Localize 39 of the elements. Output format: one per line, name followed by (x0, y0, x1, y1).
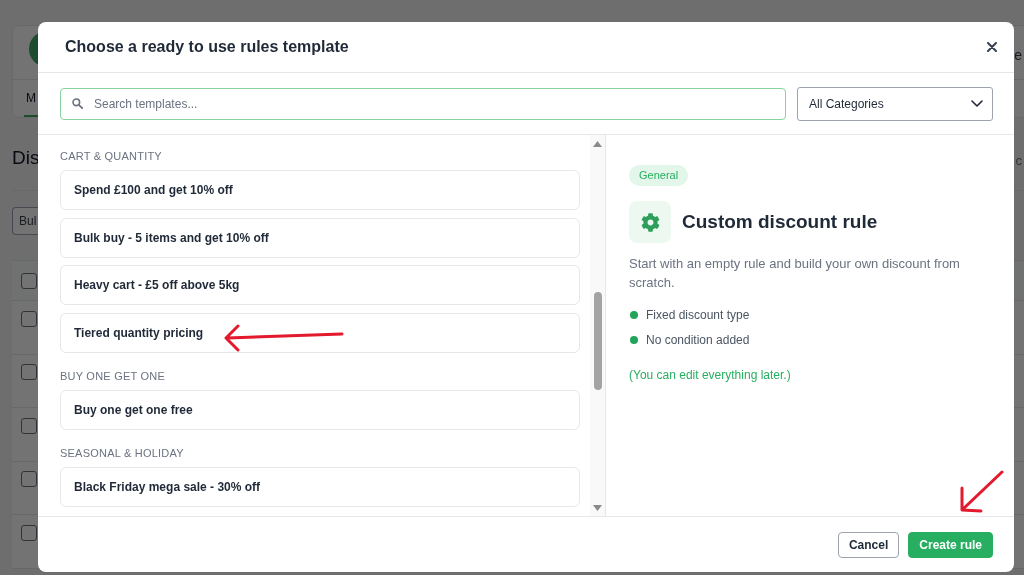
dialog-title: Choose a ready to use rules template (65, 37, 349, 57)
scroll-down-arrow-icon[interactable] (593, 505, 602, 511)
page-heading: Dis (12, 146, 40, 170)
template-option[interactable]: Bulk buy - 5 items and get 10% off (60, 217, 580, 258)
close-icon (987, 42, 997, 52)
template-option[interactable]: Tiered quantity pricing (60, 312, 580, 353)
checkbox[interactable] (21, 272, 37, 289)
feature-text: No condition added (646, 332, 750, 349)
template-option[interactable]: Heavy cart - £5 off above 5kg (60, 265, 580, 305)
close-button[interactable] (985, 40, 999, 54)
checkbox[interactable] (21, 524, 37, 541)
search-field[interactable]: Search templates... (60, 87, 786, 120)
section-heading: CART & QUANTITY (60, 149, 163, 164)
feature-text: Fixed discount type (646, 307, 750, 324)
scrollbar-thumb[interactable] (593, 292, 602, 390)
category-badge: General (629, 165, 689, 186)
section-heading: SEASONAL & HOLIDAY (60, 445, 185, 461)
scrollbar-track[interactable] (590, 135, 605, 516)
checkbox[interactable] (21, 364, 37, 380)
toolbar-button[interactable]: Bul (12, 207, 38, 235)
template-option[interactable]: Spend £100 and get 10% off (60, 170, 580, 210)
template-description: Start with an empty rule and build your own discount from scratch. (629, 255, 961, 292)
template-title: Custom discount rule (682, 209, 878, 234)
scroll-up-arrow-icon[interactable] (593, 141, 602, 147)
template-option[interactable]: Buy one get one free (60, 389, 580, 430)
chevron-down-icon (971, 100, 983, 107)
search-icon (72, 98, 83, 109)
category-select[interactable]: All Categories (797, 86, 993, 121)
toolbar-text: c (1015, 152, 1022, 171)
edit-note: (You can edit everything later.) (629, 367, 791, 384)
checkbox[interactable] (21, 471, 37, 487)
section-heading: BUY ONE GET ONE (60, 368, 166, 384)
gear-icon (629, 201, 671, 243)
checkbox[interactable] (21, 417, 37, 434)
cancel-button[interactable]: Cancel (837, 531, 900, 558)
checkbox[interactable] (21, 310, 37, 327)
annotation-arrow (958, 469, 1006, 514)
template-option[interactable]: Black Friday mega sale - 30% off (60, 466, 580, 507)
header-text: e (1014, 45, 1022, 65)
